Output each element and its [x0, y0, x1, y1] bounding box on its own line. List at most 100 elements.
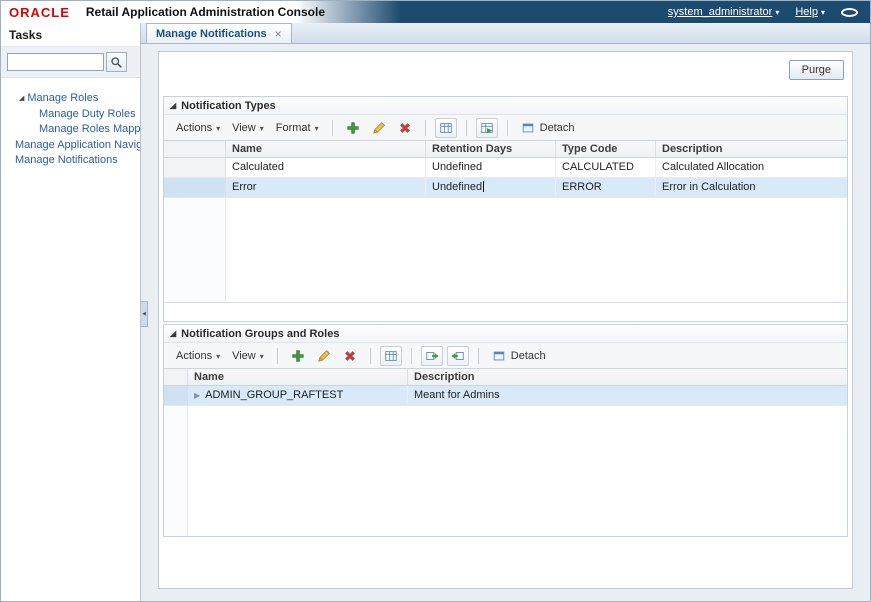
panel-title: Notification Groups and Roles: [181, 327, 340, 340]
tab-manage-notifications[interactable]: Manage Notifications ×: [146, 23, 292, 43]
sidebar-item-label[interactable]: Manage Application Navigator: [15, 139, 140, 151]
detach-button[interactable]: Detach: [486, 349, 552, 363]
view-menu[interactable]: View ▾: [226, 120, 270, 136]
cell-description[interactable]: Calculated Allocation: [656, 158, 847, 177]
notification-groups-panel: ◢ Notification Groups and Roles Actions ▾…: [163, 324, 848, 537]
cell-type-code[interactable]: ERROR: [556, 178, 656, 197]
cell-name[interactable]: Calculated: [226, 158, 426, 177]
notification-types-header[interactable]: ◢ Notification Types: [164, 97, 847, 115]
panel-title: Notification Types: [181, 99, 276, 112]
row-header-cell[interactable]: [164, 178, 226, 197]
row-header-strip: [164, 406, 188, 536]
chevron-down-icon: ▾: [314, 123, 319, 133]
collapse-triangle-icon[interactable]: ◢: [170, 329, 176, 338]
table-grid-icon: [439, 121, 453, 135]
sidebar-item-label[interactable]: Manage Duty Roles: [39, 108, 136, 120]
tree-expand-icon[interactable]: ◢: [19, 95, 24, 102]
menu-label: View: [232, 121, 256, 134]
table-row-admin-group[interactable]: ▶ ADMIN_GROUP_RAFTEST Meant for Admins: [164, 386, 847, 406]
notification-groups-header[interactable]: ◢ Notification Groups and Roles: [164, 325, 847, 343]
column-header-name[interactable]: Name: [188, 369, 408, 385]
table-empty-area: [164, 406, 847, 536]
cell-text: Undefined: [432, 181, 483, 193]
notification-types-toolbar: Actions ▾ View ▾ Format ▾ Detach: [164, 115, 847, 141]
delete-button[interactable]: [339, 346, 361, 366]
sidebar-splitter-collapse-handle[interactable]: ◀: [141, 301, 148, 327]
table-row-error[interactable]: Error Undefined ERROR Error in Calculati…: [164, 178, 847, 198]
tab-close-icon[interactable]: ×: [275, 28, 282, 40]
cell-name[interactable]: ▶ ADMIN_GROUP_RAFTEST: [188, 386, 408, 405]
tasks-title: Tasks: [9, 28, 43, 42]
delete-button[interactable]: [394, 118, 416, 138]
cell-retention-days[interactable]: Undefined: [426, 158, 556, 177]
row-header-cell[interactable]: [164, 386, 188, 405]
search-button[interactable]: [106, 52, 127, 72]
notification-types-header-row: Name Retention Days Type Code Descriptio…: [164, 141, 847, 158]
table-button[interactable]: [379, 345, 402, 366]
column-header-description[interactable]: Description: [656, 141, 847, 157]
unassign-roles-button[interactable]: [446, 345, 469, 366]
column-header-retention-days[interactable]: Retention Days: [426, 141, 556, 157]
sidebar-item-label[interactable]: Manage Roles Mapping: [39, 123, 140, 135]
cell-type-code[interactable]: CALCULATED: [556, 158, 656, 177]
user-menu[interactable]: system_administrator ▾: [668, 6, 780, 18]
table-footer-strip: [164, 302, 847, 321]
pencil-icon: [317, 349, 331, 363]
actions-menu[interactable]: Actions ▾: [170, 348, 226, 364]
edit-button[interactable]: [313, 346, 335, 366]
format-menu[interactable]: Format ▾: [270, 120, 325, 136]
purge-row: Purge: [163, 60, 848, 80]
table-grid-icon: [384, 349, 398, 363]
sidebar-item-manage-application-navigator[interactable]: Manage Application Navigator: [1, 138, 140, 154]
brand: ORACLE Retail Application Administration…: [1, 5, 325, 20]
help-menu[interactable]: Help ▾: [795, 6, 825, 18]
column-header-type-code[interactable]: Type Code: [556, 141, 656, 157]
sidebar-item-manage-roles-mapping[interactable]: Manage Roles Mapping: [1, 122, 140, 138]
cell-description[interactable]: Error in Calculation: [656, 178, 847, 197]
detach-button[interactable]: Detach: [515, 121, 581, 135]
content-area: Purge ◢ Notification Types Actions ▾ View…: [141, 44, 870, 601]
view-menu[interactable]: View ▾: [226, 348, 270, 364]
top-bar-right: system_administrator ▾ Help ▾: [668, 6, 870, 18]
sidebar-item-label[interactable]: Manage Roles: [27, 92, 98, 104]
add-button[interactable]: [342, 118, 364, 138]
row-header-strip: [164, 198, 226, 302]
purge-button[interactable]: Purge: [788, 60, 844, 80]
edit-button[interactable]: [368, 118, 390, 138]
add-icon: [346, 121, 360, 135]
cell-text: ADMIN_GROUP_RAFTEST: [205, 389, 344, 401]
delete-x-icon: [398, 121, 412, 135]
row-expand-icon[interactable]: ▶: [194, 391, 200, 400]
arrow-left-icon: ◀: [142, 311, 146, 317]
detach-icon: [521, 121, 535, 135]
tasks-search-input[interactable]: [7, 53, 104, 71]
table-row-calculated[interactable]: Calculated Undefined CALCULATED Calculat…: [164, 158, 847, 178]
cell-description[interactable]: Meant for Admins: [408, 386, 847, 405]
column-header-description[interactable]: Description: [408, 369, 847, 385]
menu-label: Format: [275, 121, 311, 134]
tasks-tree: ◢ Manage Roles Manage Duty Roles Manage R…: [1, 91, 140, 169]
tab-label: Manage Notifications: [156, 27, 267, 40]
tasks-search-row: [1, 46, 140, 78]
column-header-name[interactable]: Name: [226, 141, 426, 157]
export-button[interactable]: [475, 117, 498, 138]
logout-oval-icon[interactable]: [841, 7, 858, 17]
row-header-cell[interactable]: [164, 158, 226, 177]
menu-label: View: [232, 349, 256, 362]
sidebar-item-manage-roles[interactable]: ◢ Manage Roles: [1, 91, 140, 107]
main-area: Manage Notifications × Purge ◢ Notificat…: [141, 23, 870, 601]
actions-menu[interactable]: Actions ▾: [170, 120, 226, 136]
chevron-down-icon: ▾: [259, 123, 264, 133]
toolbar-separator: [424, 119, 426, 136]
assign-roles-button[interactable]: [420, 345, 443, 366]
sidebar-item-manage-duty-roles[interactable]: Manage Duty Roles: [1, 107, 140, 123]
table-button[interactable]: [434, 117, 457, 138]
cell-retention-days[interactable]: Undefined: [426, 178, 556, 197]
add-button[interactable]: [287, 346, 309, 366]
sidebar-item-label[interactable]: Manage Notifications: [15, 154, 118, 166]
collapse-triangle-icon[interactable]: ◢: [170, 101, 176, 110]
cell-name[interactable]: Error: [226, 178, 426, 197]
detach-label: Detach: [510, 349, 546, 362]
sidebar-item-manage-notifications[interactable]: Manage Notifications: [1, 153, 140, 169]
toolbar-separator: [276, 347, 278, 364]
